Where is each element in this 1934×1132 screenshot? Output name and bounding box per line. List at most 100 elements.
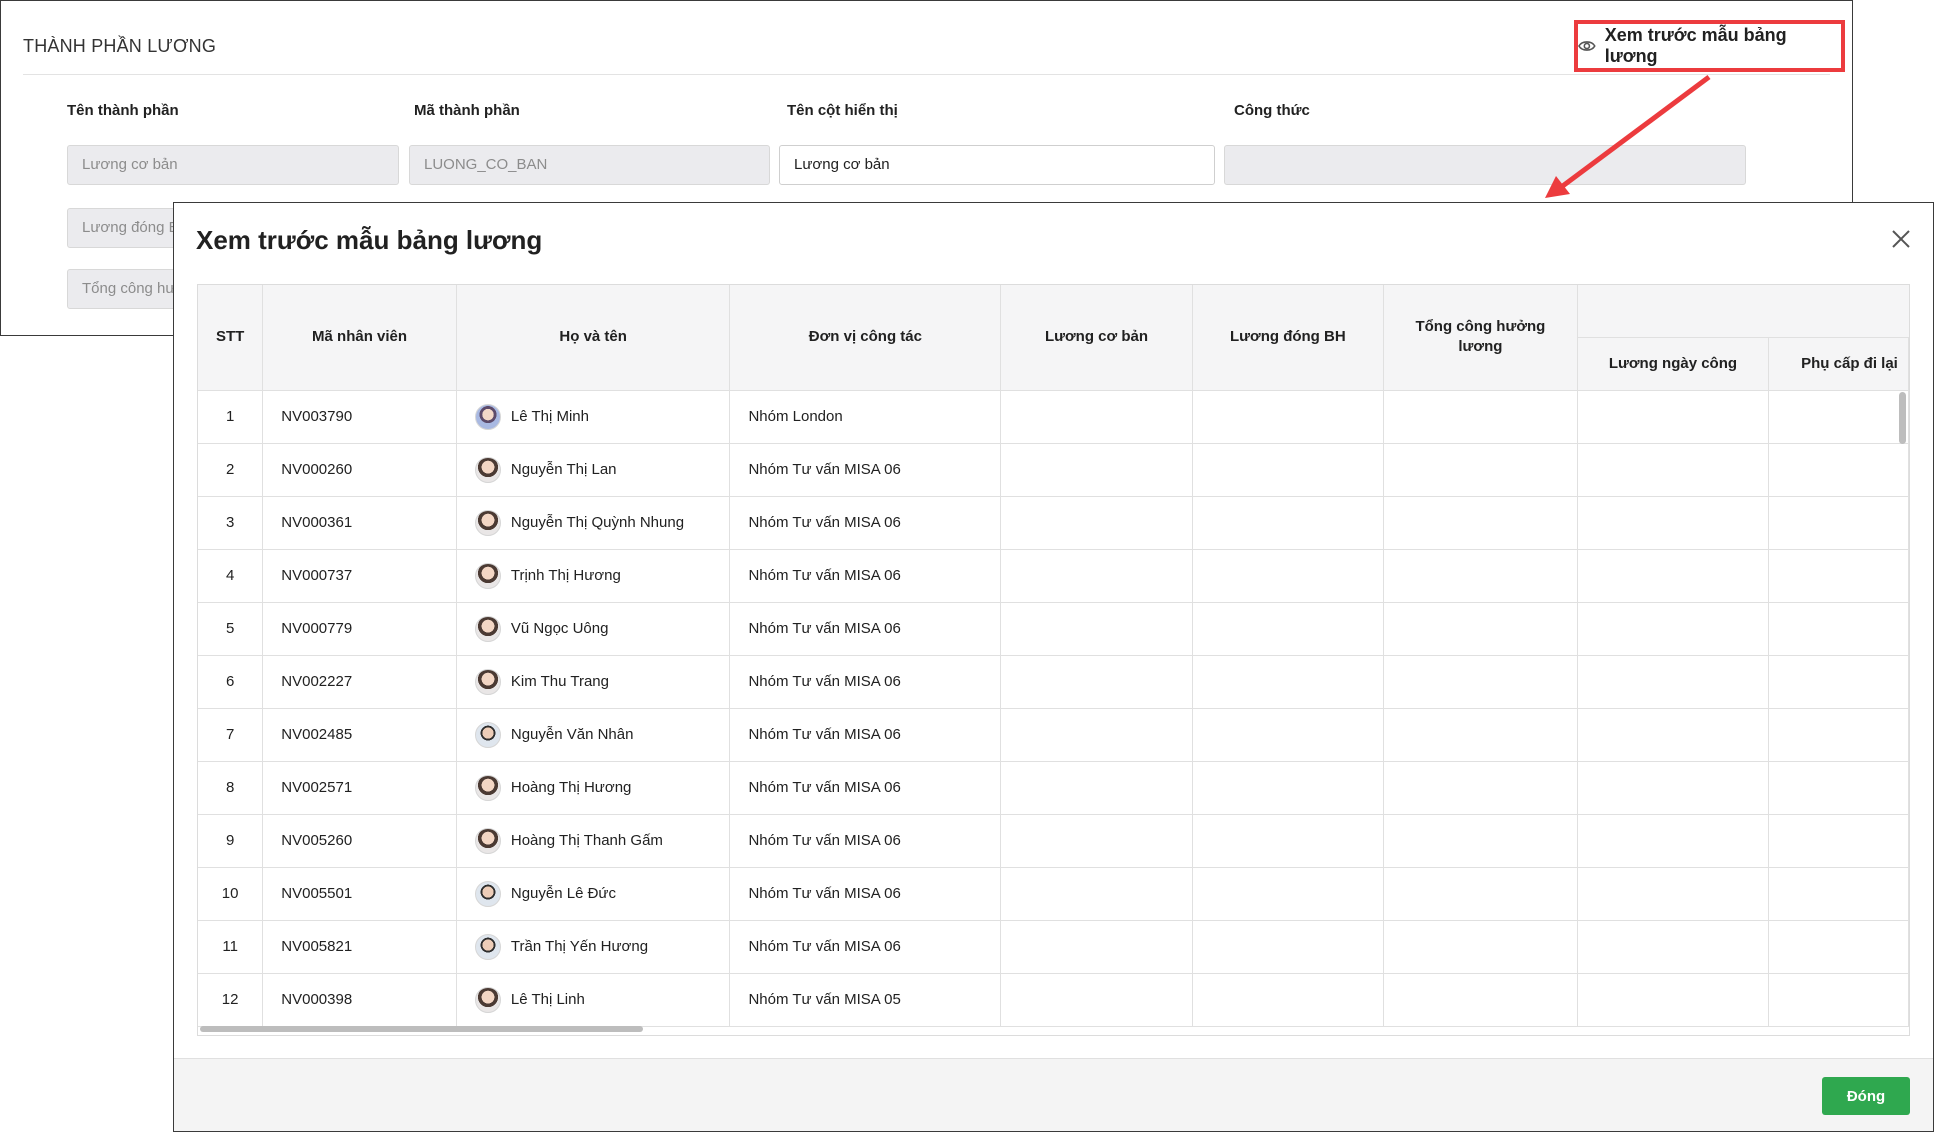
table-row[interactable]: 6 NV002227 Kim Thu Trang Nhóm Tư vấn MISA 0… xyxy=(198,655,1909,709)
row-full-name: Nguyễn Thị Lan xyxy=(456,443,731,497)
preview-template-label: Xem trước mẫu bảng lương xyxy=(1604,25,1787,66)
row-base-salary xyxy=(1000,708,1193,762)
label-display-column: Tên cột hiển thị xyxy=(787,102,898,119)
close-icon[interactable] xyxy=(1887,225,1915,253)
row-paid-workdays xyxy=(1383,973,1578,1027)
table-row[interactable]: 10 NV005501 Nguyễn Lê Đức Nhóm Tư vấn MISA … xyxy=(198,867,1909,921)
preview-dialog: Xem trước mẫu bảng lương STT Mã nhân viê… xyxy=(173,202,1934,1132)
employee-name: Hoàng Thị Hương xyxy=(510,779,632,796)
preview-table[interactable]: STT Mã nhân viên Họ và tên Đơn vị công t… xyxy=(197,284,1910,1036)
row-allowance xyxy=(1768,708,1909,762)
preview-template-link[interactable]: Xem trước mẫu bảng lương xyxy=(1574,20,1845,72)
table-row[interactable]: 8 NV002571 Hoàng Thị Hương Nhóm Tư vấn MISA… xyxy=(198,761,1909,815)
employee-name: Trịnh Thị Hương xyxy=(510,567,621,584)
table-row[interactable]: 4 NV000737 Trịnh Thị Hương Nhóm Tư vấn MISA… xyxy=(198,549,1909,603)
row-base-salary xyxy=(1000,920,1193,974)
vertical-scrollbar[interactable] xyxy=(1899,392,1906,444)
table-row[interactable]: 9 NV005260 Hoàng Thị Thanh Gấm Nhóm Tư vấn … xyxy=(198,814,1909,868)
employee-name-cell: Lê Thị Linh xyxy=(474,986,712,1013)
row-workday-salary xyxy=(1577,602,1770,656)
row-stt: 5 xyxy=(198,602,264,656)
formula-field[interactable] xyxy=(1224,145,1746,185)
row-workday-salary xyxy=(1577,867,1770,921)
row-stt: 6 xyxy=(198,655,264,709)
avatar xyxy=(474,880,501,907)
row-employee-code: NV005501 xyxy=(262,867,457,921)
section-divider xyxy=(23,74,1830,75)
row-full-name: Vũ Ngọc Uông xyxy=(456,602,731,656)
table-row[interactable]: 3 NV000361 Nguyễn Thị Quỳnh Nhung Nhóm Tư v… xyxy=(198,496,1909,550)
avatar xyxy=(474,615,501,642)
col-header-base-salary: Lương cơ bản xyxy=(1000,285,1193,391)
col-header-workday-salary: Lương ngày công xyxy=(1577,337,1770,391)
row-insurance-salary xyxy=(1192,973,1385,1027)
employee-name-cell: Trần Thị Yến Hương xyxy=(474,933,712,960)
row-employee-code: NV005260 xyxy=(262,814,457,868)
row-full-name: Hoàng Thị Thanh Gấm xyxy=(456,814,731,868)
row-unit: Nhóm Tư vấn MISA 06 xyxy=(729,708,1002,762)
row-insurance-salary xyxy=(1192,549,1385,603)
component-code-field[interactable]: LUONG_CO_BAN xyxy=(409,145,770,185)
avatar xyxy=(474,668,501,695)
component-name-field[interactable]: Lương cơ bản xyxy=(67,145,399,185)
close-button[interactable]: Đóng xyxy=(1822,1077,1910,1115)
row-employee-code: NV002485 xyxy=(262,708,457,762)
row-workday-salary xyxy=(1577,814,1770,868)
row-allowance xyxy=(1768,973,1909,1027)
row-workday-salary xyxy=(1577,708,1770,762)
row-unit: Nhóm Tư vấn MISA 06 xyxy=(729,867,1002,921)
row-allowance xyxy=(1768,655,1909,709)
avatar xyxy=(474,456,501,483)
col-header-paid-workdays: Tổng công hưởng lương xyxy=(1383,285,1578,391)
avatar xyxy=(474,774,501,801)
row-paid-workdays xyxy=(1383,708,1578,762)
row-unit: Nhóm Tư vấn MISA 06 xyxy=(729,920,1002,974)
row-paid-workdays xyxy=(1383,443,1578,497)
row-employee-code: NV000260 xyxy=(262,443,457,497)
avatar xyxy=(474,933,501,960)
row-employee-code: NV000737 xyxy=(262,549,457,603)
display-column-field[interactable]: Lương cơ bản xyxy=(779,145,1215,185)
row-insurance-salary xyxy=(1192,708,1385,762)
row-insurance-salary xyxy=(1192,867,1385,921)
employee-name: Hoàng Thị Thanh Gấm xyxy=(510,832,663,849)
row-workday-salary xyxy=(1577,443,1770,497)
employee-name-cell: Kim Thu Trang xyxy=(474,668,712,695)
table-row[interactable]: 7 NV002485 Nguyễn Văn Nhân Nhóm Tư vấn MISA… xyxy=(198,708,1909,762)
row-unit: Nhóm Tư vấn MISA 06 xyxy=(729,549,1002,603)
row-unit: Nhóm Tư vấn MISA 06 xyxy=(729,655,1002,709)
table-row[interactable]: 1 NV003790 Lê Thị Minh Nhóm London xyxy=(198,390,1909,444)
row-insurance-salary xyxy=(1192,496,1385,550)
row-workday-salary xyxy=(1577,549,1770,603)
table-row[interactable]: 11 NV005821 Trần Thị Yến Hương Nhóm Tư vấn … xyxy=(198,920,1909,974)
row-full-name: Hoàng Thị Hương xyxy=(456,761,731,815)
row-insurance-salary xyxy=(1192,602,1385,656)
row-base-salary xyxy=(1000,867,1193,921)
avatar xyxy=(474,403,501,430)
salary-table: STT Mã nhân viên Họ và tên Đơn vị công t… xyxy=(198,285,1909,1027)
label-formula: Công thức xyxy=(1234,102,1310,119)
employee-name-cell: Nguyễn Văn Nhân xyxy=(474,721,712,748)
employee-name: Nguyễn Thị Lan xyxy=(510,461,617,478)
table-row[interactable]: 2 NV000260 Nguyễn Thị Lan Nhóm Tư vấn MISA … xyxy=(198,443,1909,497)
col-header-full-name: Họ và tên xyxy=(456,285,731,391)
row-employee-code: NV002571 xyxy=(262,761,457,815)
avatar xyxy=(474,986,501,1013)
dialog-footer: Đóng xyxy=(174,1058,1933,1131)
row-allowance xyxy=(1768,867,1909,921)
horizontal-scrollbar[interactable] xyxy=(200,1026,643,1032)
row-workday-salary xyxy=(1577,390,1770,444)
table-row[interactable]: 5 NV000779 Vũ Ngọc Uông Nhóm Tư vấn MISA 06 xyxy=(198,602,1909,656)
employee-name: Trần Thị Yến Hương xyxy=(510,938,649,955)
row-stt: 10 xyxy=(198,867,264,921)
section-title: THÀNH PHẦN LƯƠNG xyxy=(23,36,217,56)
employee-name-cell: Nguyễn Thị Lan xyxy=(474,456,712,483)
row-base-salary xyxy=(1000,655,1193,709)
col-header-insurance-salary: Lương đóng BH xyxy=(1192,285,1385,391)
row-base-salary xyxy=(1000,814,1193,868)
table-row[interactable]: 12 NV000398 Lê Thị Linh Nhóm Tư vấn MISA 05 xyxy=(198,973,1909,1027)
avatar xyxy=(474,562,501,589)
row-full-name: Trần Thị Yến Hương xyxy=(456,920,731,974)
row-full-name: Lê Thị Minh xyxy=(456,390,731,444)
row-full-name: Nguyễn Lê Đức xyxy=(456,867,731,921)
